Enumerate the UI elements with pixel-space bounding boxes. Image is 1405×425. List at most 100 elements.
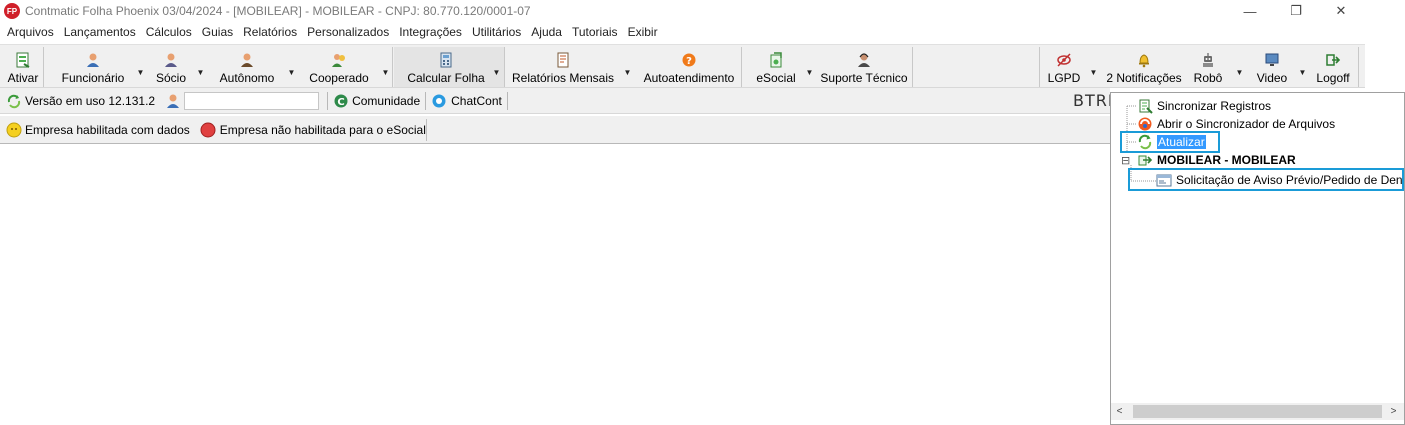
menu-ajuda[interactable]: Ajuda bbox=[526, 25, 567, 39]
monitor-icon bbox=[1264, 52, 1280, 68]
tree-item-solicitacao[interactable]: Solicitação de Aviso Prévio/Pedido de De… bbox=[1156, 171, 1403, 189]
autonomo-button[interactable]: Autônomo bbox=[213, 47, 281, 87]
comunidade-button[interactable]: C Comunidade bbox=[333, 93, 420, 109]
user-field-group bbox=[165, 91, 320, 110]
person-icon bbox=[239, 52, 255, 68]
menu-integracoes[interactable]: Integrações bbox=[394, 25, 467, 39]
calcular-folha-dropdown-icon[interactable]: ▼ bbox=[492, 67, 501, 77]
tree-item-company[interactable]: ⊟ MOBILEAR - MOBILEAR bbox=[1121, 151, 1296, 169]
divider bbox=[425, 91, 427, 110]
title-bar: FP Contmatic Folha Phoenix 03/04/2024 - … bbox=[0, 0, 1365, 22]
collapse-icon[interactable]: ⊟ bbox=[1121, 154, 1133, 167]
esocial-icon bbox=[768, 52, 784, 68]
toolbar-group-right: LGPD ▼ 2 Notificações Robô ▼ Video ▼ Log… bbox=[1039, 47, 1359, 87]
lgpd-dropdown-icon[interactable]: ▼ bbox=[1089, 67, 1098, 77]
menu-utilitarios[interactable]: Utilitários bbox=[467, 25, 526, 39]
comunidade-icon: C bbox=[333, 93, 349, 109]
autoatendimento-button[interactable]: ? Autoatendimento bbox=[639, 47, 739, 87]
cooperado-button[interactable]: Cooperado bbox=[304, 47, 374, 87]
esocial-status-bar: Empresa habilitada com dados Empresa não… bbox=[0, 116, 1110, 144]
lgpd-eye-icon bbox=[1056, 52, 1072, 68]
update-icon bbox=[1137, 134, 1153, 150]
scroll-left-button[interactable]: < bbox=[1111, 403, 1128, 420]
menu-lancamentos[interactable]: Lançamentos bbox=[59, 25, 141, 39]
robo-dropdown-icon[interactable]: ▼ bbox=[1235, 67, 1244, 77]
tree-item-sincronizar[interactable]: Sincronizar Registros bbox=[1137, 97, 1271, 115]
autoatendimento-label: Autoatendimento bbox=[643, 71, 735, 85]
tree-item-label: MOBILEAR - MOBILEAR bbox=[1157, 153, 1296, 167]
sync-tree-panel: Sincronizar Registros Abrir o Sincroniza… bbox=[1110, 92, 1405, 425]
svg-text:C: C bbox=[337, 97, 344, 108]
person-icon bbox=[163, 52, 179, 68]
tree-item-atualizar[interactable]: Atualizar bbox=[1137, 133, 1206, 151]
tree-item-label: Atualizar bbox=[1157, 135, 1206, 149]
suporte-tecnico-label: Suporte Técnico bbox=[820, 71, 908, 85]
relatorios-mensais-button[interactable]: Relatórios Mensais bbox=[512, 47, 614, 87]
report-icon bbox=[555, 52, 571, 68]
menu-calculos[interactable]: Cálculos bbox=[141, 25, 197, 39]
autonomo-label: Autônomo bbox=[219, 71, 275, 85]
minimize-button[interactable]: — bbox=[1227, 0, 1273, 22]
chat-icon bbox=[431, 93, 447, 109]
esocial-label: eSocial bbox=[756, 71, 796, 85]
socio-dropdown-icon[interactable]: ▼ bbox=[196, 67, 205, 77]
tree-horizontal-scrollbar[interactable]: < > bbox=[1111, 403, 1404, 420]
menu-personalizados[interactable]: Personalizados bbox=[302, 25, 394, 39]
chatcont-label: ChatCont bbox=[451, 93, 502, 108]
funcionario-button[interactable]: Funcionário bbox=[59, 47, 127, 87]
lgpd-button[interactable]: LGPD bbox=[1046, 47, 1082, 87]
refresh-icon bbox=[6, 93, 22, 109]
bell-icon bbox=[1136, 52, 1152, 68]
user-icon bbox=[165, 93, 181, 109]
tree-item-label: Abrir o Sincronizador de Arquivos bbox=[1157, 117, 1336, 131]
ativar-label: Ativar bbox=[7, 71, 39, 85]
person-icon bbox=[85, 52, 101, 68]
video-dropdown-icon[interactable]: ▼ bbox=[1298, 67, 1307, 77]
chatcont-button[interactable]: ChatCont bbox=[431, 93, 502, 109]
maximize-button[interactable]: ❐ bbox=[1273, 0, 1319, 22]
relatorios-mensais-label: Relatórios Mensais bbox=[511, 71, 615, 85]
tree-item-label: Sincronizar Registros bbox=[1157, 99, 1272, 113]
esocial-button[interactable]: eSocial bbox=[751, 47, 801, 87]
video-label: Video bbox=[1256, 71, 1288, 85]
empresa-habilitada-label: Empresa habilitada com dados bbox=[25, 123, 190, 137]
menu-exibir[interactable]: Exibir bbox=[623, 25, 663, 39]
spreadsheet-icon bbox=[15, 52, 31, 68]
scroll-thumb[interactable] bbox=[1133, 405, 1382, 418]
socio-label: Sócio bbox=[155, 71, 187, 85]
suporte-tecnico-button[interactable]: Suporte Técnico bbox=[819, 47, 909, 87]
logoff-button[interactable]: Logoff bbox=[1312, 47, 1354, 87]
close-button[interactable]: ✕ bbox=[1318, 0, 1364, 22]
sync-icon bbox=[1137, 98, 1153, 114]
notificacoes-button[interactable]: 2 Notificações bbox=[1104, 47, 1184, 87]
user-input[interactable] bbox=[184, 91, 320, 110]
esocial-dropdown-icon[interactable]: ▼ bbox=[805, 67, 814, 77]
comunidade-label: Comunidade bbox=[352, 93, 421, 108]
logoff-arrow-icon bbox=[1325, 52, 1341, 68]
lgpd-label: LGPD bbox=[1047, 71, 1081, 85]
divider bbox=[327, 91, 329, 110]
autonomo-dropdown-icon[interactable]: ▼ bbox=[287, 67, 296, 77]
menu-arquivos[interactable]: Arquivos bbox=[2, 25, 59, 39]
window-title: Contmatic Folha Phoenix 03/04/2024 - [MO… bbox=[25, 4, 531, 18]
arrow-export-icon bbox=[1137, 152, 1153, 168]
calcular-folha-button[interactable]: Calcular Folha bbox=[404, 47, 488, 87]
support-person-icon bbox=[856, 52, 872, 68]
menu-tutoriais[interactable]: Tutoriais bbox=[567, 25, 623, 39]
video-button[interactable]: Video bbox=[1252, 47, 1292, 87]
ativar-button[interactable]: Ativar bbox=[5, 47, 41, 87]
cooperado-dropdown-icon[interactable]: ▼ bbox=[381, 67, 390, 77]
help-icon: ? bbox=[681, 52, 697, 68]
robo-button[interactable]: Robô bbox=[1192, 47, 1224, 87]
menu-relatorios[interactable]: Relatórios bbox=[238, 25, 302, 39]
menu-guias[interactable]: Guias bbox=[197, 25, 238, 39]
funcionario-dropdown-icon[interactable]: ▼ bbox=[136, 67, 145, 77]
yellow-face-icon bbox=[6, 122, 22, 138]
robo-label: Robô bbox=[1193, 71, 1223, 85]
calculator-icon bbox=[438, 52, 454, 68]
status-bar: Versão em uso 12.131.2 C Comunidade Chat… bbox=[0, 88, 1124, 114]
socio-button[interactable]: Sócio bbox=[153, 47, 189, 87]
scroll-right-button[interactable]: > bbox=[1385, 403, 1402, 420]
relatorios-mensais-dropdown-icon[interactable]: ▼ bbox=[623, 67, 632, 77]
main-toolbar: Ativar Funcionário ▼ Sócio ▼ Autônomo ▼ bbox=[0, 44, 1365, 88]
